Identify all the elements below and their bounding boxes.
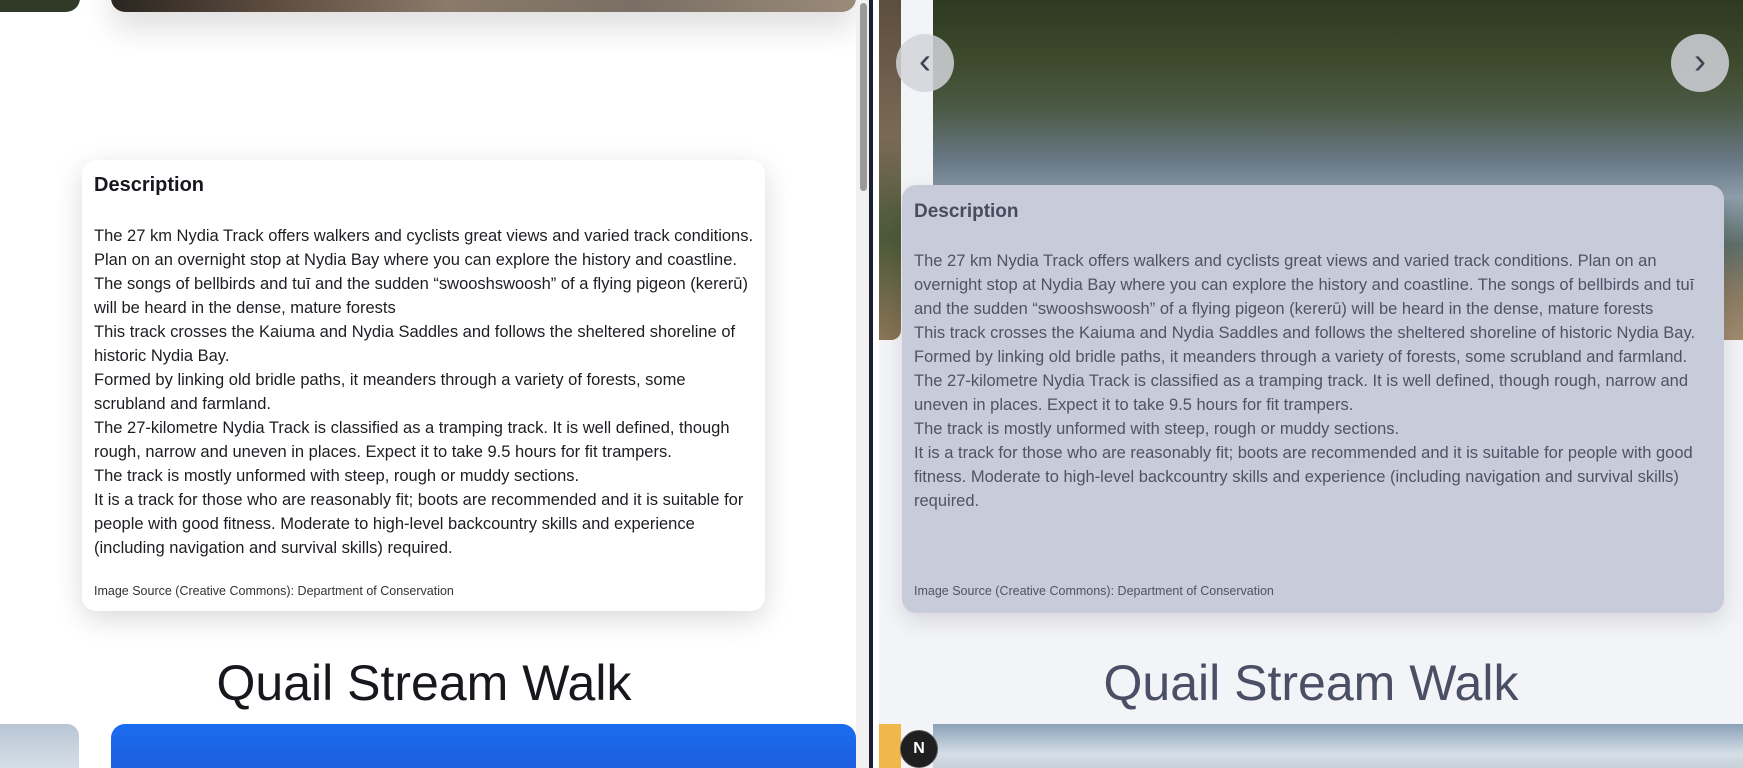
chevron-right-icon: › (1694, 40, 1706, 81)
description-paragraph: This track crosses the Kaiuma and Nydia … (94, 323, 736, 365)
track-thumbnail-image[interactable] (0, 724, 79, 768)
image-source-credit: Image Source (Creative Commons): Departm… (94, 584, 454, 598)
description-paragraph: The 27-kilometre Nydia Track is classifi… (914, 372, 1689, 414)
framework-badge-icon[interactable]: N (900, 730, 938, 768)
description-title: Description (914, 201, 1019, 222)
track-photo[interactable] (111, 0, 856, 12)
track-heading: Quail Stream Walk (1103, 655, 1519, 711)
track-photo[interactable] (111, 724, 856, 768)
description-paragraph: The 27 km Nydia Track offers walkers and… (94, 227, 754, 317)
split-divider[interactable] (869, 0, 873, 768)
left-pane: Description The 27 km Nydia Track offers… (0, 0, 856, 768)
track-photo (933, 724, 1743, 768)
description-paragraph: The track is mostly unformed with steep,… (914, 420, 1400, 438)
scrollbar-thumb[interactable] (860, 3, 867, 191)
description-paragraph: It is a track for those who are reasonab… (914, 444, 1693, 510)
description-card: Description The 27 km Nydia Track offers… (82, 160, 765, 611)
description-paragraph: The 27-kilometre Nydia Track is classifi… (94, 419, 730, 461)
description-paragraph: Formed by linking old bridle paths, it m… (94, 371, 686, 413)
description-paragraph: The 27 km Nydia Track offers walkers and… (914, 252, 1695, 318)
description-title: Description (94, 174, 205, 196)
carousel-prev-button[interactable]: ‹ (896, 34, 954, 92)
previous-slide-image[interactable] (879, 724, 901, 768)
description-text: The 27 km Nydia Track offers walkers and… (914, 249, 1714, 513)
description-paragraph: The track is mostly unformed with steep,… (94, 467, 580, 485)
right-pane: ‹ › Description The 27 km Nydia Track of… (879, 0, 1743, 768)
image-source-credit: Image Source (Creative Commons): Departm… (914, 584, 1274, 598)
description-text: The 27 km Nydia Track offers walkers and… (94, 224, 756, 560)
description-paragraph: Formed by linking old bridle paths, it m… (914, 348, 1688, 366)
track-heading: Quail Stream Walk (216, 655, 632, 711)
chevron-left-icon: ‹ (919, 40, 931, 81)
track-thumbnail-image[interactable] (0, 0, 80, 12)
carousel-next-button[interactable]: › (1671, 34, 1729, 92)
description-card: Description The 27 km Nydia Track offers… (902, 185, 1724, 613)
description-paragraph: This track crosses the Kaiuma and Nydia … (914, 324, 1696, 342)
description-paragraph: It is a track for those who are reasonab… (94, 491, 744, 557)
